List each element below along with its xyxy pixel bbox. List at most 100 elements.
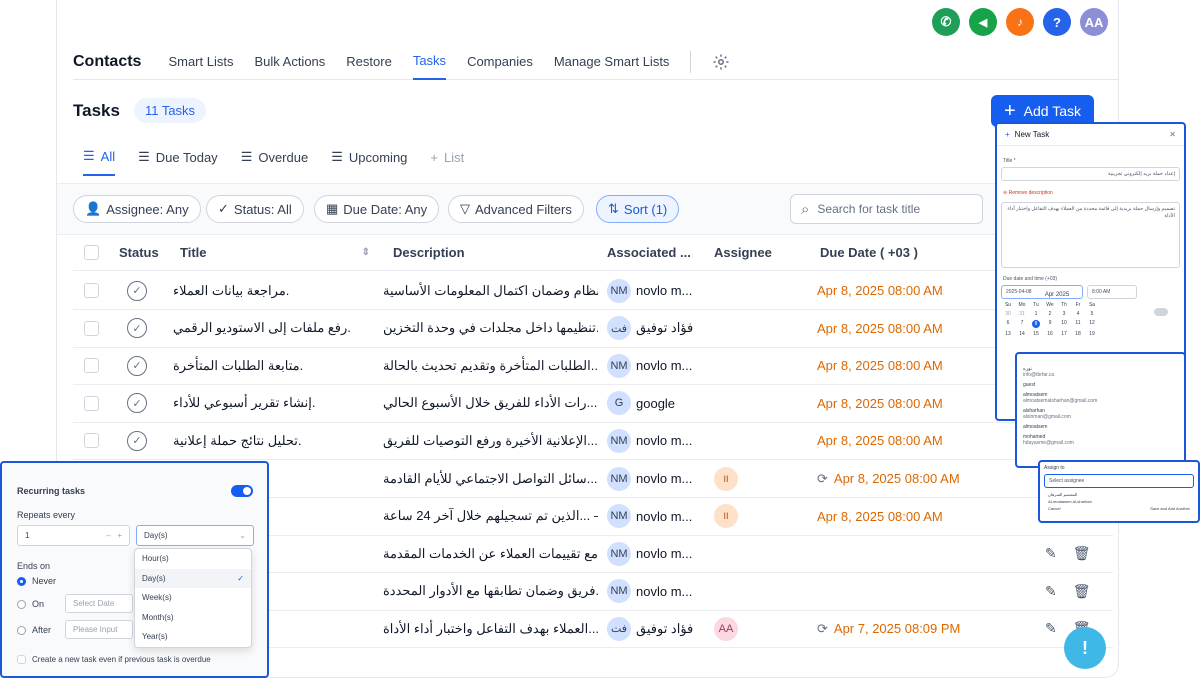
save-add-button[interactable]: Save and Add Another	[1150, 506, 1190, 511]
col-assignee[interactable]: Assignee	[714, 234, 772, 271]
nav-tasks[interactable]: Tasks	[412, 44, 447, 80]
task-title[interactable]: .متابعة الطلبات المتأخرة	[173, 347, 368, 384]
edit-icon[interactable]: ✎	[1045, 545, 1057, 562]
help-icon[interactable]: ?	[1043, 8, 1071, 36]
select-all-checkbox[interactable]	[84, 234, 99, 271]
status-check-icon[interactable]: ✓	[127, 347, 147, 384]
calendar-day[interactable]: 13	[1001, 331, 1015, 337]
status-check-icon[interactable]: ✓	[127, 272, 147, 309]
nav-smart-lists[interactable]: Smart Lists	[168, 44, 233, 80]
associated-contact[interactable]: NM novlo m...	[607, 460, 707, 497]
task-title[interactable]: .رفع ملفات إلى الاستوديو الرقمي	[173, 310, 368, 347]
on-radio[interactable]: On	[17, 599, 44, 609]
status-check-icon[interactable]: ✓	[127, 385, 147, 422]
add-list-button[interactable]: + List	[430, 138, 464, 176]
calendar-day[interactable]: 12	[1085, 320, 1099, 328]
associated-contact[interactable]: NM novlo m...	[607, 535, 707, 572]
interval-stepper[interactable]: 1 – +	[17, 525, 130, 546]
associated-contact[interactable]: Ggoogle	[607, 385, 707, 422]
advanced-filters-button[interactable]: ▽ Advanced Filters	[448, 195, 584, 223]
edit-icon[interactable]: ✎	[1045, 583, 1057, 600]
col-status[interactable]: Status	[119, 234, 159, 271]
assignee-option[interactable]: almoatsem almoatsemalsharhan@gmail.com	[1017, 390, 1184, 406]
tab-overdue[interactable]: ☰ Overdue	[241, 138, 309, 176]
status-check-icon[interactable]: ✓	[127, 422, 147, 459]
task-title[interactable]: .مراجعة بيانات العملاء	[173, 272, 368, 309]
task-title[interactable]: .تحليل نتائج حملة إعلانية	[173, 422, 368, 459]
tab-all[interactable]: ☰ All	[83, 138, 116, 176]
col-description[interactable]: Description	[393, 234, 465, 271]
row-checkbox[interactable]	[84, 422, 99, 459]
calendar-day[interactable]: 15	[1029, 331, 1043, 337]
assignee-option[interactable]: mohamed hdayasme@gmail.com	[1017, 432, 1184, 448]
unit-option[interactable]: Month(s)	[135, 608, 251, 628]
calendar-day[interactable]: 4	[1071, 311, 1085, 317]
never-radio[interactable]: Never	[17, 576, 56, 586]
overdue-checkbox[interactable]: Create a new task even if previous task …	[17, 655, 211, 664]
end-date-input[interactable]: Select Date	[65, 594, 133, 613]
nav-bulk-actions[interactable]: Bulk Actions	[254, 44, 325, 80]
calendar-day[interactable]: 3	[1057, 311, 1071, 317]
delete-icon[interactable]: 🗑	[1073, 583, 1091, 600]
assignee-cell[interactable]: II	[714, 460, 743, 497]
nav-restore[interactable]: Restore	[346, 44, 392, 80]
assignee-cell[interactable]: II	[714, 498, 743, 535]
calendar-day[interactable]: 2	[1043, 311, 1057, 317]
assign-user-2[interactable]: ALmoatasem ALsharhan	[1040, 498, 1198, 505]
after-radio[interactable]: After	[17, 625, 51, 635]
assignee-option[interactable]: alsharhan alsinman@gmail.com	[1017, 406, 1184, 422]
assignee-option[interactable]: نوره info@tbrfar.ca	[1017, 364, 1184, 380]
edit-icon[interactable]: ✎	[1045, 620, 1057, 637]
row-checkbox[interactable]	[84, 347, 99, 384]
minus-plus-icon[interactable]: – +	[106, 531, 122, 540]
associated-contact[interactable]: فت فؤاد توفيق	[607, 610, 707, 647]
task-title[interactable]: .إنشاء تقرير أسبوعي للأداء	[173, 385, 368, 422]
megaphone-icon[interactable]: ◀	[969, 8, 997, 36]
user-avatar[interactable]: AA	[1080, 8, 1108, 36]
sort-arrows-icon[interactable]: ⇕	[362, 247, 370, 258]
calendar-day[interactable]: 14	[1015, 331, 1029, 337]
associated-contact[interactable]: فت فؤاد توفيق	[607, 310, 707, 347]
calendar-day[interactable]: 1	[1029, 311, 1043, 317]
table-row[interactable]: ✓ .إنشاء تقرير أسبوعي للأداء – ...رات ال…	[73, 385, 1113, 423]
calendar-day[interactable]: 8	[1032, 320, 1040, 328]
search-input[interactable]: ⌕ Search for task title	[790, 194, 983, 224]
calendar-day[interactable]: 31	[1015, 311, 1029, 317]
associated-contact[interactable]: NM novlo m...	[607, 347, 707, 384]
unit-option[interactable]: Week(s)	[135, 588, 251, 608]
calendar-day[interactable]: 16	[1043, 331, 1057, 337]
remove-description-button[interactable]: ⊖ Remove description	[997, 181, 1184, 202]
cancel-button[interactable]: Cancel	[1048, 506, 1060, 511]
calendar-day[interactable]: 5	[1085, 311, 1099, 317]
calendar-day[interactable]: 6	[1001, 320, 1015, 328]
unit-option[interactable]: Year(s)	[135, 627, 251, 647]
associated-contact[interactable]: NM novlo m...	[607, 498, 707, 535]
unit-option[interactable]: Day(s) ✓	[135, 568, 251, 588]
phone-icon[interactable]: ✆	[932, 8, 960, 36]
nav-manage-smart-lists[interactable]: Manage Smart Lists	[554, 44, 670, 80]
delete-icon[interactable]: 🗑	[1073, 545, 1091, 562]
tab-upcoming[interactable]: ☰ Upcoming	[331, 138, 407, 176]
row-checkbox[interactable]	[84, 310, 99, 347]
assignee-option[interactable]: guest	[1017, 380, 1184, 390]
sort-button[interactable]: ⇅ Sort (1)	[596, 195, 680, 223]
calendar-day[interactable]: 30	[1001, 311, 1015, 317]
tab-due-today[interactable]: ☰ Due Today	[138, 138, 218, 176]
recurring-toggle[interactable]	[231, 485, 253, 497]
calendar-day[interactable]: 18	[1071, 331, 1085, 337]
bell-icon[interactable]: ♪	[1006, 8, 1034, 36]
nav-companies[interactable]: Companies	[467, 44, 533, 80]
unit-option[interactable]: Hour(s)	[135, 549, 251, 569]
close-icon[interactable]: ✕	[1169, 130, 1176, 139]
table-row[interactable]: ✓ .رفع ملفات إلى الاستوديو الرقمي – ...ت…	[73, 310, 1113, 348]
assignee-select[interactable]: Select assignee	[1044, 474, 1194, 488]
toggle-switch[interactable]	[1154, 308, 1168, 316]
table-row[interactable]: ✓ .مراجعة بيانات العملاء – ...نظام وضمان…	[73, 272, 1113, 310]
after-count-input[interactable]: Please Input	[65, 620, 133, 639]
status-filter[interactable]: ✓ Status: All	[206, 195, 304, 223]
calendar-day[interactable]: 17	[1057, 331, 1071, 337]
title-input[interactable]: إعداد حملة بريد إلكتروني تجريبية	[1001, 167, 1180, 181]
calendar-day[interactable]: 10	[1057, 320, 1071, 328]
col-due-date[interactable]: Due Date ( +03 )	[820, 234, 918, 271]
associated-contact[interactable]: NM novlo m...	[607, 573, 707, 610]
